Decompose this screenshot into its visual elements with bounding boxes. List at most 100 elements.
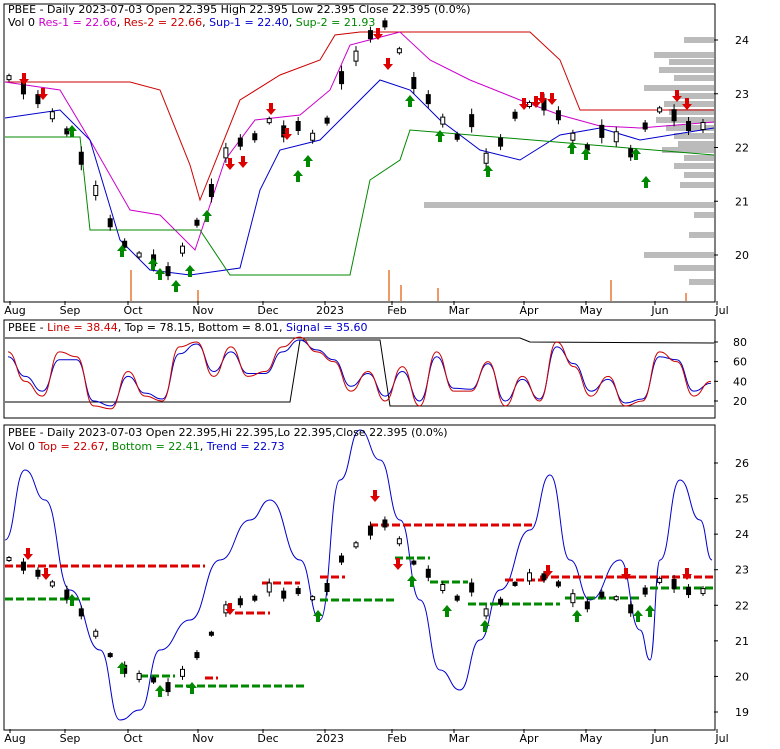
price-candle-body [339,71,345,85]
price-candle-body [512,111,518,119]
trend-candle-body [555,581,561,587]
legend-sup1: Sup-1 = 22.40 [209,16,289,29]
trend-candle-body [353,542,359,548]
trend-candle-body [382,519,388,528]
price-candle-body [107,218,113,228]
trend-candle-body [136,672,142,680]
trend-candle-body [310,596,316,601]
trend-candle-body [295,588,301,595]
trend-candle-body [671,578,677,589]
trend-legend-trend: Trend = 22.73 [206,440,285,453]
trend-candle-body [613,596,619,601]
x-tick-label: Mar [449,304,470,317]
price-candle-body [20,82,26,95]
price-y-tick-label: 24 [735,34,749,47]
trend-candle-body [93,630,99,637]
osc-y-tick-label: 60 [733,356,747,369]
trend-candle-body [180,668,185,677]
trend-panel-y-ticks: 19 20 21 22 23 24 25 26 [714,457,749,719]
x-tick-label: Sep [60,304,81,317]
price-candle-body [469,114,475,128]
price-candle-body [295,121,301,131]
trend-candle-body [151,677,157,683]
price-candle-body [35,94,41,105]
osc-y-tick-label: 20 [733,395,747,408]
price-candle-body [454,133,460,140]
trend-candle-body [657,577,663,583]
chart-stage: PBEE - Daily 2023-07-03 Open 22.395 High… [0,0,780,745]
volume-bar [610,280,612,301]
legend-res1: Res-1 = 22.66 [38,16,116,29]
price-candle-body [700,122,706,130]
trend-candle-body [454,595,460,601]
osc-legend-line: Line = 38.44 [47,321,118,334]
trend-candle-body [208,631,214,636]
price-candle-body [78,151,84,165]
price-candle-body [194,219,200,226]
x-axis-bottom: Aug Sep Oct Nov Dec 2023 Feb Mar Apr May Jun Jul [4,729,729,745]
price-candle-body [165,266,171,277]
price-y-tick-label: 22 [735,142,749,155]
trend-candle-body [411,560,417,565]
price-candle-body [266,118,272,124]
osc-legend-symbol: PBEE [8,321,36,334]
trend-candle-body [78,608,84,617]
price-candle-body [122,240,128,248]
price-candle-body [657,107,663,113]
x-tick-label: Feb [387,304,406,317]
volume-at-price-bar [679,93,714,99]
price-y-tick-label: 20 [735,249,749,262]
trend-candle-body [700,588,706,595]
trend-candle-body [425,568,431,578]
trend-candle-body [266,582,272,593]
volume-at-price-bar [674,75,714,81]
x-tick-label: Feb [387,732,406,745]
trend-candle-body [686,587,692,596]
trend-legend-bottom: Bottom = 22.41 [112,440,200,453]
price-candle-body [498,137,504,147]
x-axis-top: Aug Sep Oct Nov Dec 2023 Feb Mar Apr May Jun Jul [4,301,729,317]
volume-at-price-bar [694,212,714,218]
trend-y-tick-label: 24 [735,528,749,541]
price-candle-body [382,20,388,28]
price-panel-y-ticks: 20 21 22 23 24 [714,34,749,262]
price-candle-body [367,30,373,40]
trend-candle-body [570,593,576,604]
price-candle-body [324,117,330,124]
trend-candle-body [252,595,258,601]
price-candle-body [440,116,446,125]
volume-at-price-bar [662,147,714,153]
volume-at-price-bar [644,252,714,258]
price-candle-body [599,124,605,138]
price-candle-body [208,184,214,197]
trend-candle-body [339,555,345,563]
trend-candle-body [165,682,171,693]
x-tick-label: 2023 [316,732,344,745]
trend-candle-body [498,598,504,605]
x-tick-label: Dec [257,304,278,317]
volume-at-price-bar [684,37,714,43]
trend-y-tick-label: 20 [735,670,749,683]
trend-candle-body [584,601,590,610]
price-candle-body [353,50,359,62]
x-tick-label: Apr [519,732,539,745]
trend-candle-body [35,569,41,577]
volume-bar [437,288,439,301]
price-candle-body [223,147,229,159]
volume-bar [685,293,687,301]
volume-at-price-bar [674,163,714,169]
osc-legend-signal: Signal = 35.60 [286,321,368,334]
trend-panel-title: PBEE - Daily 2023-07-03 Open 22.395,Hi 2… [8,426,448,439]
osc-legend-top: Top = 78.15 [124,321,191,334]
price-candle-body [6,75,12,81]
x-tick-label: Aug [4,304,25,317]
trend-y-tick-label: 19 [735,706,749,719]
price-candle-body [671,109,677,122]
volume-at-price-bar [659,67,714,73]
volume-at-price-bar [684,155,714,161]
price-candle-body [180,245,185,254]
price-candle-body [136,252,142,258]
x-tick-label: Jul [714,732,728,745]
legend-res2: Res-2 = 22.66 [124,16,202,29]
trend-candle-body [367,525,373,536]
